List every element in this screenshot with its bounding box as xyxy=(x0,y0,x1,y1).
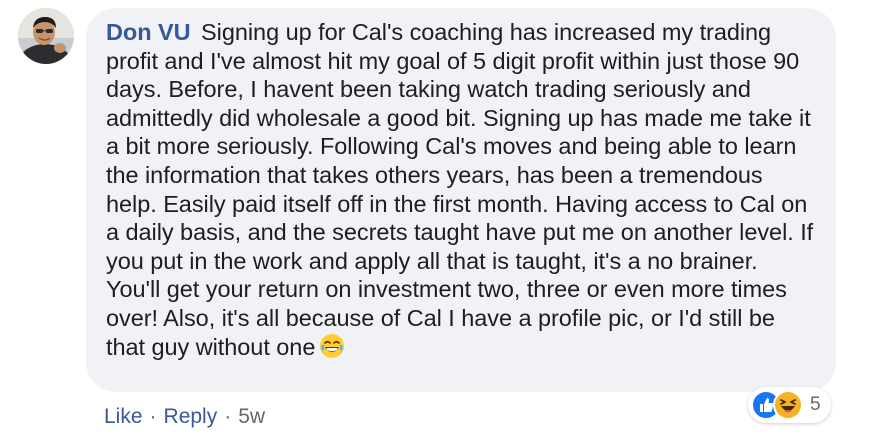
comment-timestamp[interactable]: 5w xyxy=(238,405,265,429)
avatar-photo xyxy=(18,8,74,64)
comment-actions: Like · Reply · 5w xyxy=(104,405,265,429)
reply-button[interactable]: Reply xyxy=(164,405,218,429)
like-button[interactable]: Like xyxy=(104,405,143,429)
comment-body: Don VU Signing up for Cal's coaching has… xyxy=(106,18,816,365)
comment-author-link[interactable]: Don VU xyxy=(106,19,191,45)
laughing-tears-emoji-icon xyxy=(319,333,345,366)
avatar[interactable] xyxy=(18,8,74,64)
separator-dot: · xyxy=(149,405,157,428)
reactions-summary[interactable]: 5 xyxy=(748,387,831,423)
haha-icon xyxy=(773,390,803,420)
separator-dot: · xyxy=(224,405,232,428)
reaction-count: 5 xyxy=(810,394,821,415)
comment-bubble: Don VU Signing up for Cal's coaching has… xyxy=(86,8,836,392)
comment-text: Signing up for Cal's coaching has increa… xyxy=(106,19,814,360)
